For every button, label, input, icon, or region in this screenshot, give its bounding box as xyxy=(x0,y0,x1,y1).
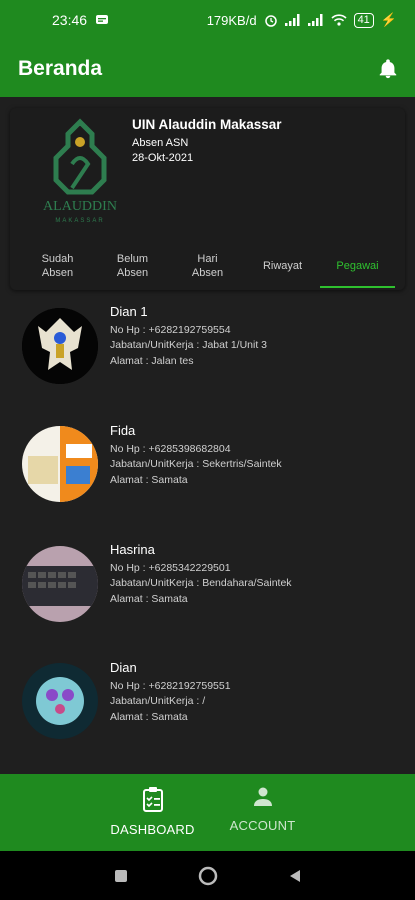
tab-hari-absen[interactable]: Hari Absen xyxy=(170,248,245,288)
institution-subtitle: Absen ASN xyxy=(132,137,189,149)
tab-riwayat[interactable]: Riwayat xyxy=(245,248,320,288)
nav-dashboard-label: DASHBOARD xyxy=(110,822,195,837)
employee-phone: No Hp : +6282192759554 xyxy=(110,324,231,336)
bell-icon[interactable] xyxy=(377,58,399,80)
wifi-icon xyxy=(331,14,347,26)
person-icon xyxy=(253,787,272,806)
logo-subtext: MAKASSAR xyxy=(55,218,104,224)
tab-belum-absen[interactable]: Belum Absen xyxy=(95,248,170,288)
employee-job: Jabatan/UnitKerja : Bendahara/Saintek xyxy=(110,577,292,589)
tab-sudah-absen[interactable]: Sudah Absen xyxy=(20,248,95,288)
home-icon[interactable] xyxy=(198,866,218,886)
institution-name: UIN Alauddin Makassar xyxy=(132,117,282,132)
tab-label: Hari Absen xyxy=(191,253,224,279)
status-time: 23:46 xyxy=(52,12,88,28)
list-item[interactable]: Dian No Hp : +6282192759551 Jabatan/Unit… xyxy=(0,660,415,778)
nav-dashboard[interactable]: DASHBOARD xyxy=(98,774,208,851)
tab-bar: Sudah Absen Belum Absen Hari Absen Riway… xyxy=(20,248,395,288)
page-title: Beranda xyxy=(18,56,103,80)
employee-address: Alamat : Samata xyxy=(110,474,188,486)
charging-icon: ⚡ xyxy=(380,12,397,27)
status-bar: 23:46 179KB/d 41 ⚡ xyxy=(0,0,415,40)
app-bar: Beranda xyxy=(0,40,415,97)
clipboard-icon xyxy=(142,787,163,812)
avatar xyxy=(22,308,98,384)
recent-apps-icon[interactable] xyxy=(114,869,128,883)
employee-job: Jabatan/UnitKerja : Sekertris/Saintek xyxy=(110,458,282,470)
tab-label: Sudah Absen xyxy=(41,253,74,279)
employee-job: Jabatan/UnitKerja : Jabat 1/Unit 3 xyxy=(110,339,268,351)
list-item[interactable]: Hasrina No Hp : +6285342229501 Jabatan/U… xyxy=(0,542,415,660)
logo-text: ALAUDDIN xyxy=(43,199,117,214)
back-icon[interactable] xyxy=(288,869,302,883)
institution-card: ALAUDDIN MAKASSAR UIN Alauddin Makassar … xyxy=(10,108,405,290)
employee-address: Alamat : Jalan tes xyxy=(110,355,194,367)
nav-account-label: ACCOUNT xyxy=(229,818,296,833)
list-item[interactable]: Fida No Hp : +6285398682804 Jabatan/Unit… xyxy=(0,423,415,541)
avatar xyxy=(22,546,98,622)
tab-label: Belum Absen xyxy=(116,253,149,279)
avatar xyxy=(22,663,98,739)
list-item[interactable]: Dian 1 No Hp : +6282192759554 Jabatan/Un… xyxy=(0,304,415,422)
employee-name: Dian xyxy=(110,660,137,675)
employee-phone: No Hp : +6282192759551 xyxy=(110,680,231,692)
employee-job: Jabatan/UnitKerja : / xyxy=(110,695,206,707)
tab-pegawai[interactable]: Pegawai xyxy=(320,248,395,288)
net-speed: 179KB/d xyxy=(206,12,257,28)
current-date: 28-Okt-2021 xyxy=(132,152,194,164)
employee-phone: No Hp : +6285342229501 xyxy=(110,562,231,574)
tab-label: Riwayat xyxy=(262,260,303,272)
signal-icon xyxy=(284,14,300,26)
university-logo: ALAUDDIN MAKASSAR xyxy=(43,118,117,224)
notification-message-icon xyxy=(96,15,109,24)
employee-name: Hasrina xyxy=(110,542,155,557)
nav-account[interactable]: ACCOUNT xyxy=(208,774,318,851)
employee-name: Dian 1 xyxy=(110,304,148,319)
bottom-navigation: DASHBOARD ACCOUNT xyxy=(0,774,415,851)
avatar xyxy=(22,426,98,502)
tab-label: Pegawai xyxy=(336,260,379,272)
battery-level: 41 xyxy=(353,12,374,28)
alarm-icon xyxy=(264,15,277,27)
employee-address: Alamat : Samata xyxy=(110,711,188,723)
employee-address: Alamat : Samata xyxy=(110,593,188,605)
employee-phone: No Hp : +6285398682804 xyxy=(110,443,231,455)
system-navigation-bar xyxy=(0,851,415,900)
employee-name: Fida xyxy=(110,423,136,438)
signal-icon-2 xyxy=(307,14,323,26)
